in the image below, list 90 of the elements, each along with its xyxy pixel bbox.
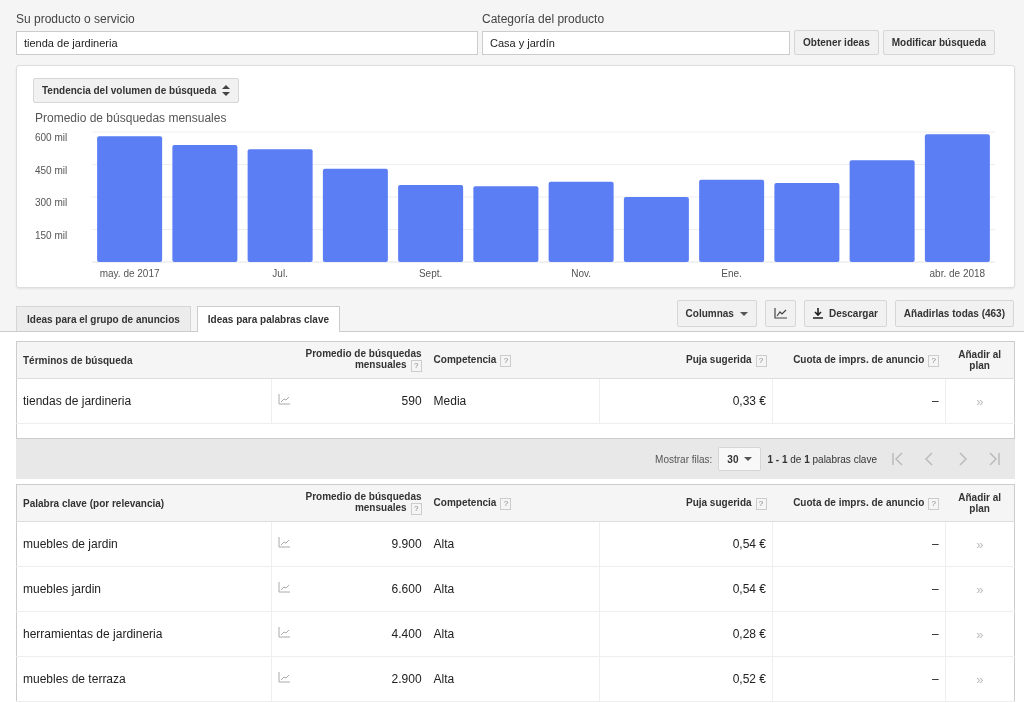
help-icon[interactable]: ? — [500, 354, 512, 367]
add-to-plan-button[interactable]: » — [945, 378, 1015, 424]
caret-icon — [739, 311, 748, 316]
bid-cell: 0,52 € — [599, 656, 773, 702]
help-icon[interactable]: ? — [928, 497, 940, 510]
column-header: Cuota de imprs. de anuncio ? — [772, 341, 946, 379]
x-axis-label: Nov. — [571, 268, 592, 279]
first-page-icon[interactable] — [891, 452, 905, 466]
y-axis-label: 150 mil — [35, 229, 68, 241]
column-header: Promedio de búsquedas mensuales ? — [271, 341, 428, 379]
search-button[interactable]: Obtener ideas — [794, 30, 879, 55]
column-header: Competencia ? — [427, 341, 600, 379]
share-cell: – — [772, 611, 946, 657]
searches-cell: 6.600 — [304, 566, 428, 612]
searches-cell: 9.900 — [304, 521, 428, 567]
competition-cell: Alta — [427, 521, 600, 567]
add-all-button[interactable]: Añadirlas todas (463) — [894, 300, 1014, 327]
trend-chart-icon[interactable] — [278, 582, 291, 593]
bid-cell: 0,54 € — [599, 566, 773, 612]
column-header: Promedio de búsquedas mensuales ? — [271, 484, 428, 522]
page-range: 1 - 1 de 1 palabras clave — [767, 453, 877, 465]
x-axis-label: Sept. — [418, 268, 443, 279]
competition-cell: Alta — [427, 656, 600, 702]
chart-title: Promedio de búsquedas mensuales — [35, 111, 228, 125]
add-to-plan-button[interactable]: » — [945, 656, 1015, 702]
x-axis-label: Jul. — [272, 268, 288, 279]
share-cell: – — [772, 378, 946, 424]
help-icon[interactable]: ? — [755, 354, 767, 367]
trend-chart-icon[interactable] — [278, 394, 291, 405]
help-icon[interactable]: ? — [500, 497, 512, 510]
share-cell: – — [772, 656, 946, 702]
columns-button[interactable]: Columnas — [676, 300, 757, 327]
help-icon[interactable]: ? — [755, 497, 767, 510]
download-icon — [812, 308, 823, 319]
rows-label: Mostrar filas: — [655, 453, 713, 465]
bid-cell: 0,33 € — [599, 378, 773, 424]
sort-arrows-icon — [222, 85, 231, 96]
help-icon[interactable]: ? — [928, 354, 940, 367]
competition-cell: Alta — [427, 566, 600, 612]
tab[interactable]: Ideas para palabras clave — [196, 306, 340, 332]
column-header: Competencia ? — [427, 484, 600, 522]
competition-cell: Alta — [427, 611, 600, 657]
keyword-cell: tiendas de jardineria — [16, 378, 272, 424]
line-chart-icon — [773, 308, 787, 319]
caret-icon — [744, 457, 753, 461]
download-button[interactable]: Descargar — [803, 300, 887, 327]
product-input[interactable]: tienda de jardineria — [16, 31, 478, 55]
share-cell: – — [772, 521, 946, 567]
column-header: Puja sugerida ? — [599, 484, 773, 522]
product-label: Su producto o servicio — [16, 12, 136, 26]
trend-chart-icon[interactable] — [278, 672, 291, 683]
keyword-cell: muebles de terraza — [16, 656, 272, 702]
keyword-cell: muebles de jardin — [16, 521, 272, 567]
trend-chart-icon[interactable] — [278, 627, 291, 638]
share-cell: – — [772, 566, 946, 612]
add-to-plan-button[interactable]: » — [945, 566, 1015, 612]
chart-bar — [623, 197, 689, 262]
y-axis-label: 300 mil — [35, 197, 68, 208]
y-axis-label: 450 mil — [35, 164, 68, 176]
column-header: Puja sugerida ? — [599, 341, 773, 379]
help-icon[interactable]: ? — [410, 360, 422, 372]
searches-cell: 4.400 — [304, 611, 428, 657]
x-axis-label: Ene. — [721, 268, 742, 279]
column-header: Añadir al plan — [945, 484, 1015, 522]
category-label: Categoría del producto — [482, 12, 606, 26]
competition-cell: Media — [427, 378, 600, 424]
help-icon[interactable]: ? — [410, 503, 422, 515]
searches-cell: 2.900 — [304, 656, 428, 702]
trend-chart-icon[interactable] — [278, 537, 291, 548]
x-axis-label: may. de 2017 — [99, 268, 160, 279]
tab[interactable]: Ideas para el grupo de anuncios — [16, 306, 191, 331]
search-button[interactable]: Modificar búsqueda — [882, 30, 996, 55]
column-header: Cuota de imprs. de anuncio ? — [772, 484, 946, 522]
chart-type-select[interactable]: Tendencia del volumen de búsqueda — [33, 78, 240, 103]
bid-cell: 0,54 € — [599, 521, 773, 567]
keyword-cell: muebles jardin — [16, 566, 272, 612]
column-header: Términos de búsqueda — [16, 341, 272, 379]
rows-select[interactable]: 30 — [718, 447, 762, 471]
last-page-icon[interactable] — [987, 452, 1001, 466]
bid-cell: 0,28 € — [599, 611, 773, 657]
column-header: Añadir al plan — [945, 341, 1015, 379]
column-header: Palabra clave (por relevancia) — [16, 484, 272, 522]
keyword-cell: herramientas de jardineria — [16, 611, 272, 657]
x-axis-label: abr. de 2018 — [929, 268, 986, 279]
add-to-plan-button[interactable]: » — [945, 521, 1015, 567]
chart-view-button[interactable] — [764, 300, 796, 327]
y-axis-label: 600 mil — [35, 132, 68, 143]
add-to-plan-button[interactable]: » — [945, 611, 1015, 657]
category-input[interactable]: Casa y jardín — [482, 31, 790, 55]
searches-cell: 590 — [304, 378, 428, 424]
